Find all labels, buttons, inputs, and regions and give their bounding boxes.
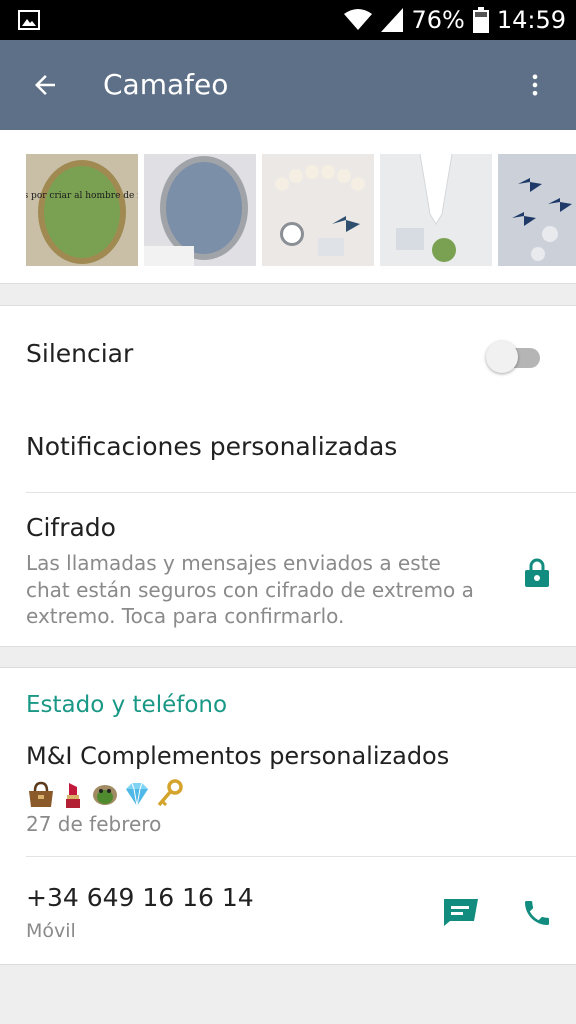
status-bar: 76% 14:59 (0, 0, 576, 40)
battery-percent: 76% (411, 6, 465, 34)
wifi-icon (344, 9, 373, 30)
custom-notifications-row[interactable]: Notificaciones personalizadas (0, 400, 576, 492)
key-icon (157, 779, 183, 807)
call-button[interactable] (514, 890, 560, 936)
toggle-thumb (486, 341, 518, 373)
status-date: 27 de febrero (26, 812, 162, 836)
mute-label: Silenciar (26, 339, 134, 368)
media-thumbnail[interactable] (262, 154, 374, 266)
info-card: Estado y teléfono M&I Complementos perso… (0, 667, 576, 965)
battery-icon (472, 7, 489, 33)
image-notification-icon (18, 10, 40, 30)
custom-notifications-label: Notificaciones personalizadas (26, 432, 398, 461)
media-thumbnail[interactable] (498, 154, 576, 266)
page-title: Camafeo (103, 68, 229, 101)
signal-icon (381, 8, 404, 32)
ribbon-necklace-image (380, 154, 492, 266)
bows-jewelry-image (498, 154, 576, 266)
cameo-text: Gracias por criar al hombre de mi vida (26, 191, 138, 201)
phone-type: Móvil (26, 920, 76, 942)
media-thumbnail[interactable]: Gracias por criar al hombre de mi vida (26, 154, 138, 266)
settings-card: Silenciar Notificaciones personalizadas … (0, 305, 576, 647)
encryption-description: Las llamadas y mensajes enviados a este … (26, 551, 474, 628)
phone-number: +34 649 16 16 14 (26, 883, 254, 912)
status-emojis (26, 778, 184, 810)
message-icon (444, 899, 478, 926)
status-text: M&I Complementos personalizados (26, 742, 450, 770)
encryption-label: Cifrado (26, 513, 116, 542)
bug-icon (93, 785, 117, 805)
message-button[interactable] (438, 892, 484, 932)
more-vert-icon (532, 74, 538, 96)
back-button[interactable] (22, 62, 68, 108)
media-thumbnail[interactable] (144, 154, 256, 266)
app-bar: Camafeo (0, 40, 576, 130)
section-title: Estado y teléfono (26, 692, 228, 718)
mute-row[interactable]: Silenciar (0, 306, 576, 400)
pearl-bracelet-image (262, 154, 374, 266)
cameo-green-image: Gracias por criar al hombre de mi vida (26, 154, 138, 266)
phone-icon (525, 901, 549, 925)
lipstick-icon (66, 783, 80, 808)
lock-icon (525, 558, 549, 587)
gem-icon (126, 782, 148, 807)
media-strip: Gracias por criar al hombre de mi vida (0, 130, 576, 284)
overflow-menu-button[interactable] (512, 62, 558, 108)
arrow-back-icon (35, 75, 55, 95)
cameo-dotted-image (144, 154, 256, 266)
media-thumbnail[interactable] (380, 154, 492, 266)
clock: 14:59 (496, 6, 566, 34)
mute-toggle[interactable] (486, 339, 540, 373)
handbag-icon (29, 781, 53, 807)
